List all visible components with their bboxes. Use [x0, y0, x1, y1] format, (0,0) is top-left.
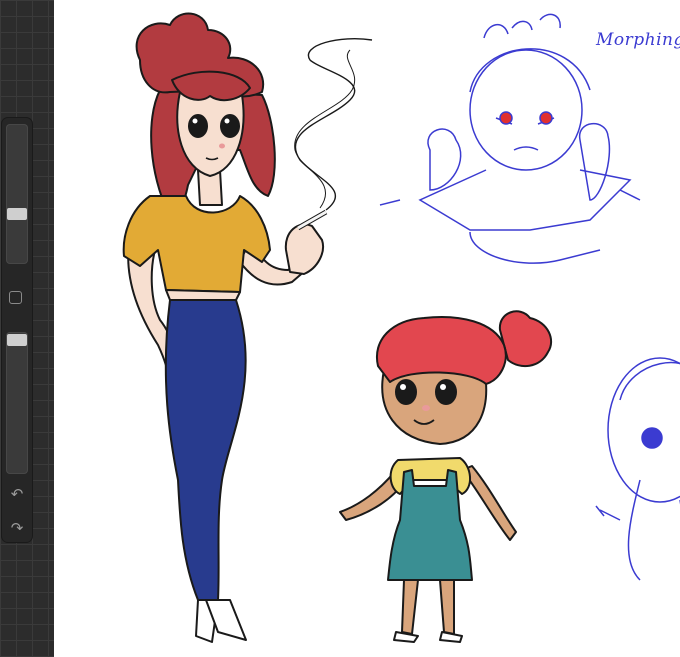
brush-size-thumb[interactable]	[7, 208, 27, 220]
woman-character	[122, 12, 328, 643]
opacity-thumb[interactable]	[7, 334, 27, 346]
sketch-label: Morphing	[596, 30, 680, 50]
redo-icon[interactable]: ↷	[7, 518, 27, 538]
undo-icon[interactable]: ↶	[7, 484, 27, 504]
opacity-slider[interactable]	[6, 332, 28, 474]
tool-sidebar: ↶ ↷	[0, 0, 54, 657]
brush-size-slider[interactable]	[6, 124, 28, 264]
artwork	[122, 12, 680, 643]
drawing-canvas[interactable]: Morphing	[54, 0, 680, 657]
blue-sketch-top	[379, 13, 641, 264]
girl-character	[339, 310, 553, 643]
brush-toolbar: ↶ ↷	[2, 118, 32, 542]
blue-sketch-bottom	[595, 357, 680, 581]
modify-button[interactable]	[9, 291, 22, 304]
